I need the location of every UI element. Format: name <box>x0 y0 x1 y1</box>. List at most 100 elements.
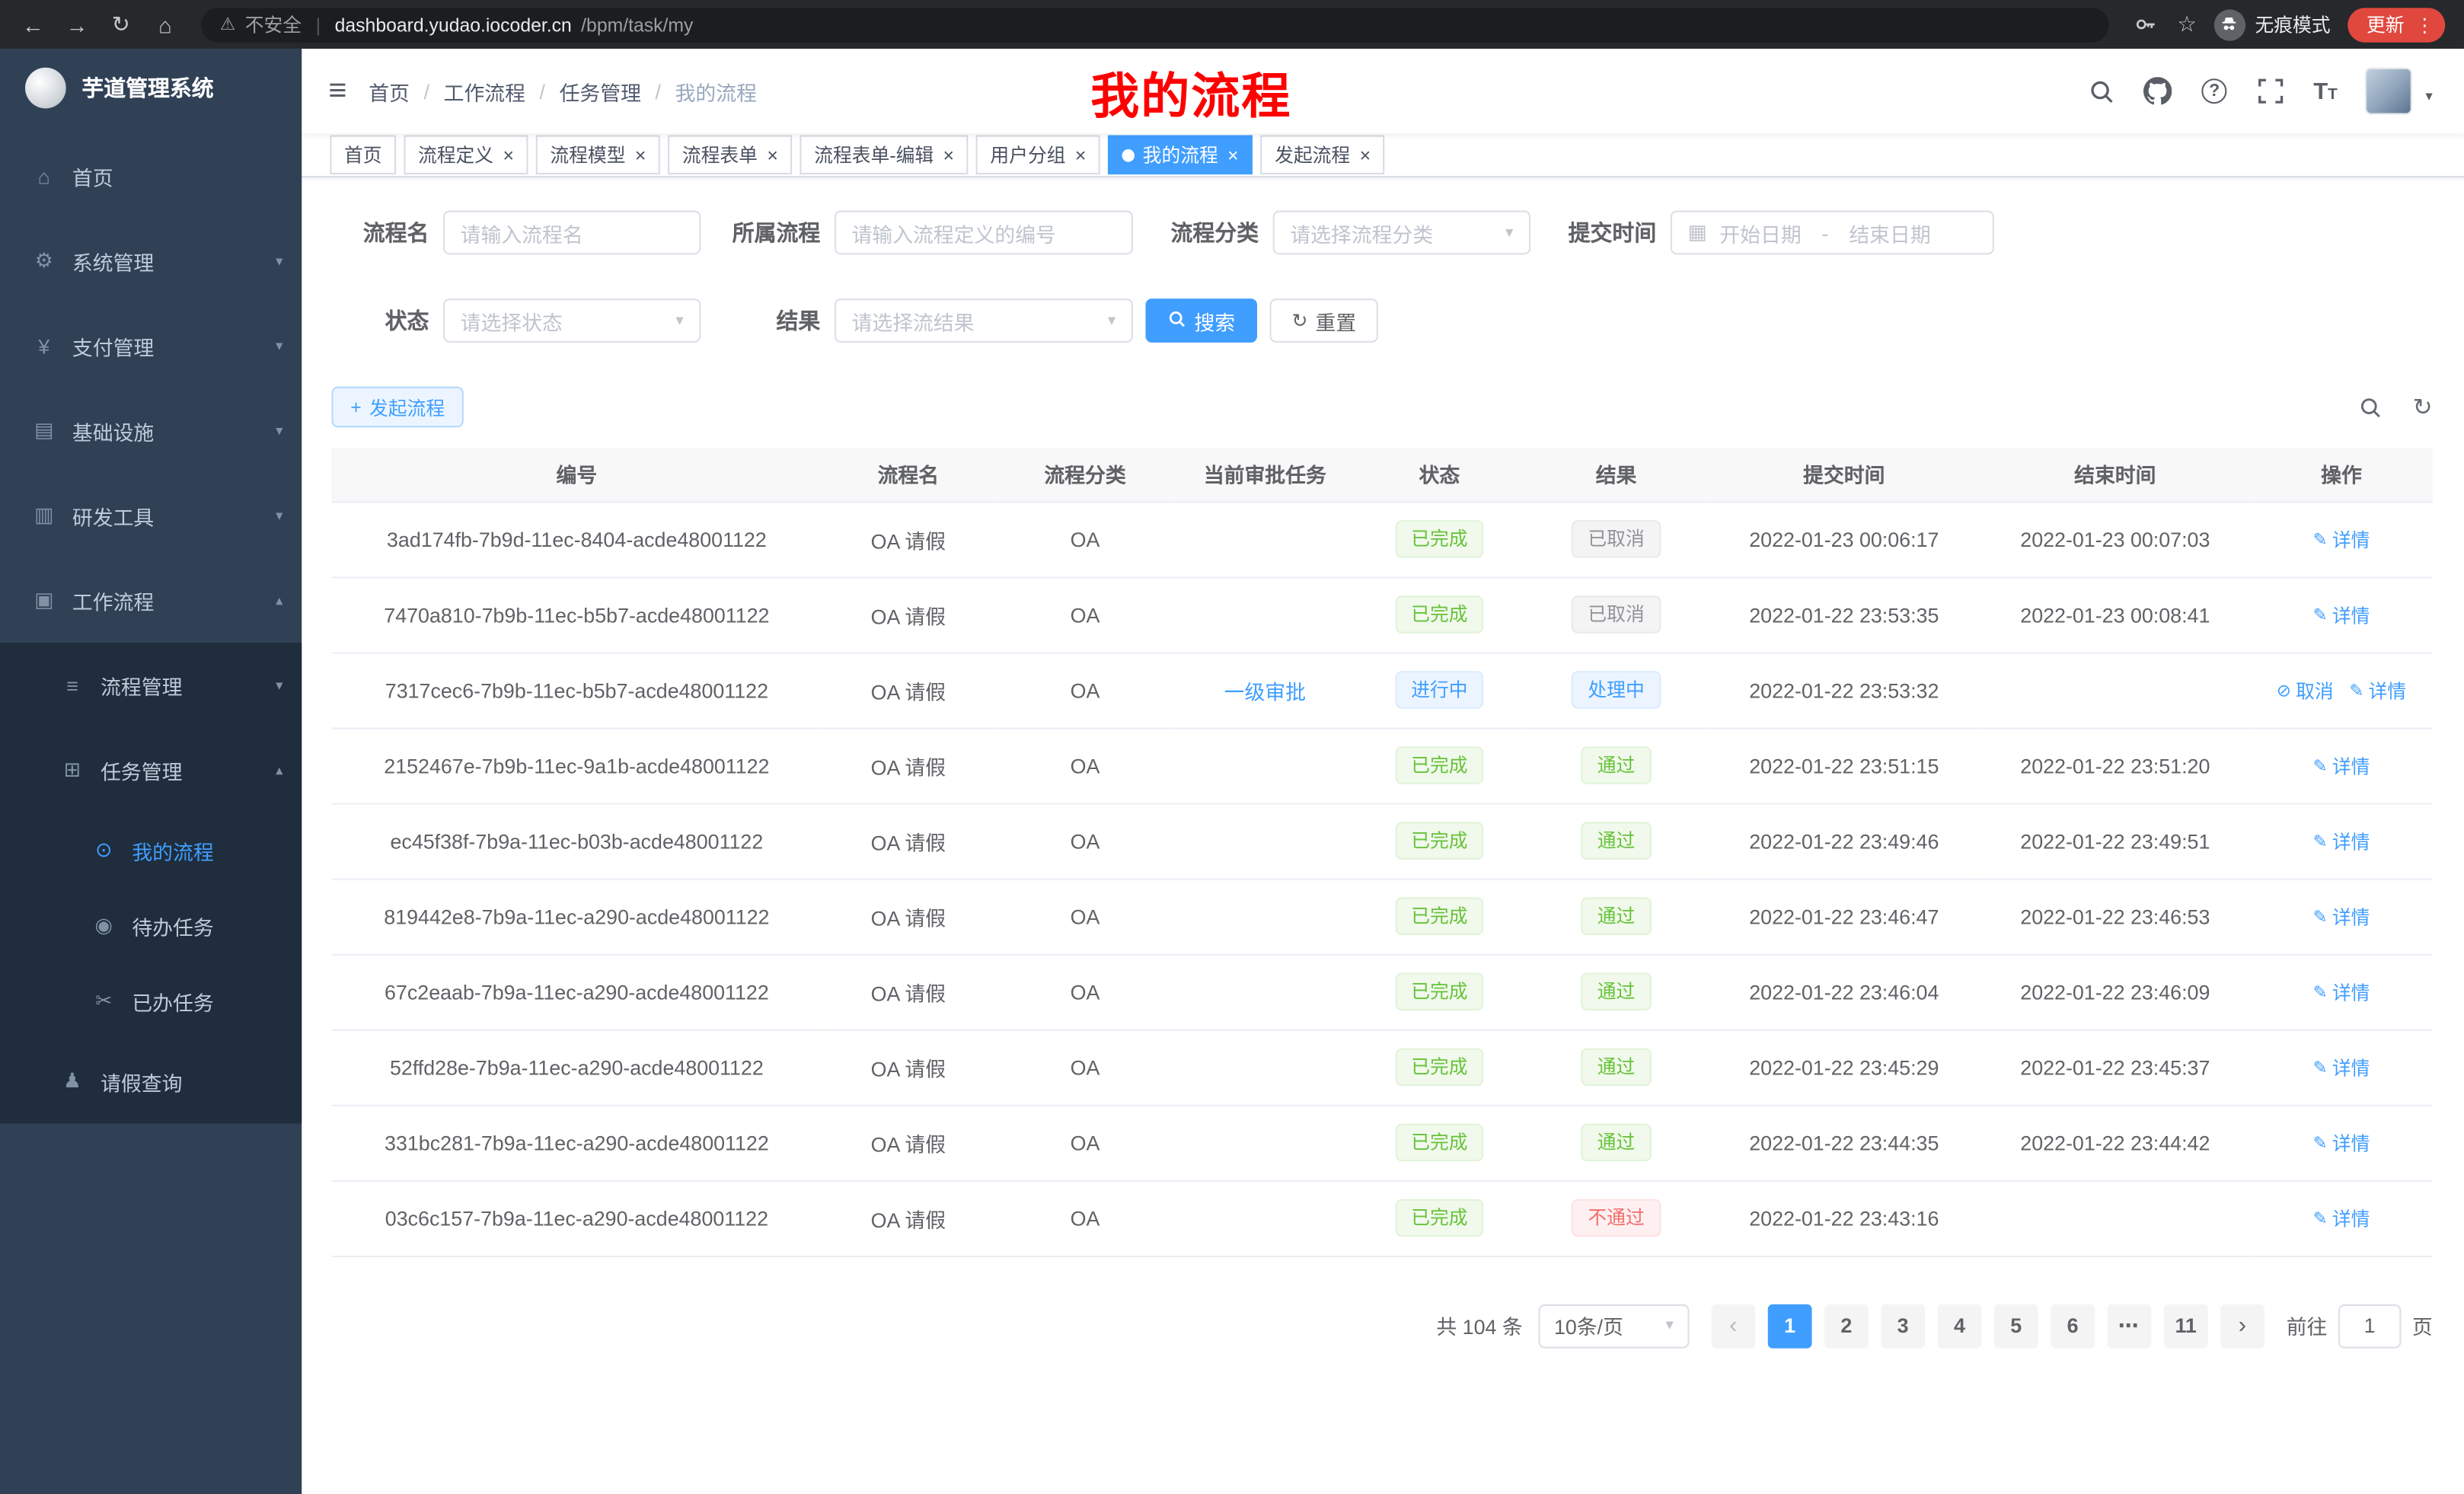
prev-page-button[interactable]: ‹ <box>1711 1304 1755 1348</box>
tab-my-process[interactable]: 我的流程× <box>1108 135 1253 174</box>
cell-ops: ⊘取消 ✎详情 <box>2250 652 2432 727</box>
user-icon: ♟ <box>59 1068 85 1093</box>
sidebar-item-label: 首页 <box>72 161 113 191</box>
sidebar-item-done-task[interactable]: ✂已办任务 <box>0 963 302 1039</box>
page-button-4[interactable]: 4 <box>1938 1304 1982 1348</box>
tab-close-icon[interactable]: × <box>1227 145 1238 164</box>
sidebar-item-my-process[interactable]: ⊙我的流程 <box>0 812 302 888</box>
detail-link[interactable]: ✎详情 <box>2313 978 2370 1005</box>
sidebar-item-dev-tools[interactable]: ▥研发工具▾ <box>0 473 302 557</box>
cell-submit-time: 2022-01-23 00:06:17 <box>1708 501 1980 576</box>
sidebar-item-infrastructure[interactable]: ▤基础设施▾ <box>0 388 302 473</box>
refresh-icon[interactable]: ↻ <box>2413 393 2433 421</box>
tab-close-icon[interactable]: × <box>943 145 953 164</box>
detail-link[interactable]: ✎详情 <box>2313 903 2370 930</box>
browser-home-icon[interactable]: ⌂ <box>145 4 186 45</box>
tab-process-form-edit[interactable]: 流程表单-编辑× <box>800 135 969 174</box>
sidebar-item-workflow[interactable]: ▣工作流程▴ <box>0 558 302 643</box>
page-size-select[interactable]: 10条/页 ▾ <box>1538 1304 1689 1348</box>
chevron-down-icon: ▾ <box>276 252 282 270</box>
tab-close-icon[interactable]: × <box>1360 145 1371 164</box>
tab-start-process[interactable]: 发起流程× <box>1261 135 1385 174</box>
result-badge: 通过 <box>1581 1124 1651 1162</box>
sidebar-item-system-management[interactable]: ⚙系统管理▾ <box>0 219 302 303</box>
result-select[interactable]: 请选择流结果 ▾ <box>835 298 1133 343</box>
toggle-search-icon[interactable] <box>2356 393 2384 421</box>
tab-home[interactable]: 首页 <box>330 135 396 174</box>
hamburger-icon[interactable]: ≡ <box>302 75 369 107</box>
security-label[interactable]: 不安全 <box>245 11 302 37</box>
search-button[interactable]: 搜索 <box>1145 298 1257 343</box>
op-label: 详情 <box>2332 752 2370 779</box>
detail-link[interactable]: ✎详情 <box>2313 1205 2370 1231</box>
detail-link[interactable]: ✎详情 <box>2313 1054 2370 1081</box>
update-button[interactable]: 更新 ⋮ <box>2348 7 2445 41</box>
cancel-link[interactable]: ⊘取消 <box>2277 676 2334 703</box>
edit-icon: ✎ <box>2349 680 2363 701</box>
sidebar-item-process-management[interactable]: ≡流程管理▾ <box>0 643 302 727</box>
page-button-6[interactable]: 6 <box>2051 1304 2095 1348</box>
chevron-down-icon[interactable]: ▾ <box>2425 88 2432 106</box>
goto-page-input[interactable] <box>2338 1304 2402 1348</box>
tab-close-icon[interactable]: × <box>1075 145 1086 164</box>
sidebar-item-todo-task[interactable]: ◉待办任务 <box>0 888 302 963</box>
fullscreen-icon[interactable] <box>2257 77 2285 105</box>
detail-link[interactable]: ✎详情 <box>2313 525 2370 552</box>
current-task-link[interactable]: 一级审批 <box>1224 680 1306 704</box>
bookmark-star-icon[interactable]: ☆ <box>2177 11 2197 37</box>
github-icon[interactable] <box>2143 77 2172 105</box>
column-header: 编号 <box>331 448 822 501</box>
detail-link[interactable]: ✎详情 <box>2313 828 2370 854</box>
address-bar[interactable]: ⚠ 不安全 | dashboard.yudao.iocoder.cn/bpm/t… <box>201 7 2109 41</box>
breadcrumb-item[interactable]: 工作流程 <box>444 76 525 106</box>
user-avatar[interactable] <box>2366 68 2413 115</box>
page-ellipsis[interactable]: ⋯ <box>2107 1304 2151 1348</box>
browser-menu-icon[interactable]: ⋮ <box>2415 15 2434 34</box>
tab-close-icon[interactable]: × <box>767 145 777 164</box>
status-badge: 已完成 <box>1396 1124 1484 1162</box>
forward-icon[interactable]: → <box>56 4 97 45</box>
cell-current-task <box>1176 879 1355 954</box>
sidebar: 芋道管理系统 ⌂首页⚙系统管理▾¥支付管理▾▤基础设施▾▥研发工具▾▣工作流程▴… <box>0 49 302 1494</box>
breadcrumb-item[interactable]: 任务管理 <box>560 76 641 106</box>
back-icon[interactable]: ← <box>13 4 54 45</box>
category-select[interactable]: 请选择流程分类 ▾ <box>1273 211 1530 255</box>
tab-process-form[interactable]: 流程表单× <box>668 135 792 174</box>
cell-category: OA <box>994 879 1175 954</box>
date-range-picker[interactable]: ▦ 开始日期 - 结束日期 <box>1671 211 1994 255</box>
page-button-11[interactable]: 11 <box>2164 1304 2208 1348</box>
page-button-2[interactable]: 2 <box>1824 1304 1869 1348</box>
page-button-3[interactable]: 3 <box>1881 1304 1925 1348</box>
cell-ops: ✎详情 <box>2250 879 2432 954</box>
sidebar-item-payment-management[interactable]: ¥支付管理▾ <box>0 303 302 388</box>
status-select[interactable]: 请选择状态 ▾ <box>443 298 701 343</box>
reload-icon[interactable]: ↻ <box>101 4 142 45</box>
status-badge: 已完成 <box>1396 746 1484 784</box>
column-header: 提交时间 <box>1708 448 1980 501</box>
breadcrumb-item[interactable]: 首页 <box>369 76 410 106</box>
font-size-icon[interactable]: TT <box>2313 79 2338 103</box>
next-page-button[interactable]: › <box>2220 1304 2265 1348</box>
key-icon[interactable] <box>2131 10 2159 38</box>
detail-link[interactable]: ✎详情 <box>2349 676 2406 703</box>
help-icon[interactable]: ? <box>2201 77 2229 105</box>
chevron-down-icon: ▾ <box>675 312 683 330</box>
detail-link[interactable]: ✎详情 <box>2313 601 2370 627</box>
sidebar-item-leave-query[interactable]: ♟请假查询 <box>0 1039 302 1123</box>
process-id-input[interactable]: 请输入流程定义的编号 <box>835 211 1133 255</box>
tab-close-icon[interactable]: × <box>635 145 646 164</box>
tab-process-model[interactable]: 流程模型× <box>536 135 660 174</box>
sidebar-item-home[interactable]: ⌂首页 <box>0 133 302 218</box>
create-process-button[interactable]: + 发起流程 <box>331 387 463 428</box>
search-icon[interactable] <box>2087 77 2115 105</box>
process-name-input[interactable]: 请输入流程名 <box>443 211 701 255</box>
page-button-5[interactable]: 5 <box>1994 1304 2038 1348</box>
tab-user-group[interactable]: 用户分组× <box>976 135 1100 174</box>
tab-close-icon[interactable]: × <box>503 145 513 164</box>
sidebar-item-task-management[interactable]: ⊞任务管理▴ <box>0 728 302 812</box>
detail-link[interactable]: ✎详情 <box>2313 1129 2370 1156</box>
reset-button[interactable]: ↻ 重置 <box>1270 298 1379 343</box>
tab-process-definition[interactable]: 流程定义× <box>404 135 528 174</box>
page-button-1[interactable]: 1 <box>1768 1304 1812 1348</box>
detail-link[interactable]: ✎详情 <box>2313 752 2370 779</box>
